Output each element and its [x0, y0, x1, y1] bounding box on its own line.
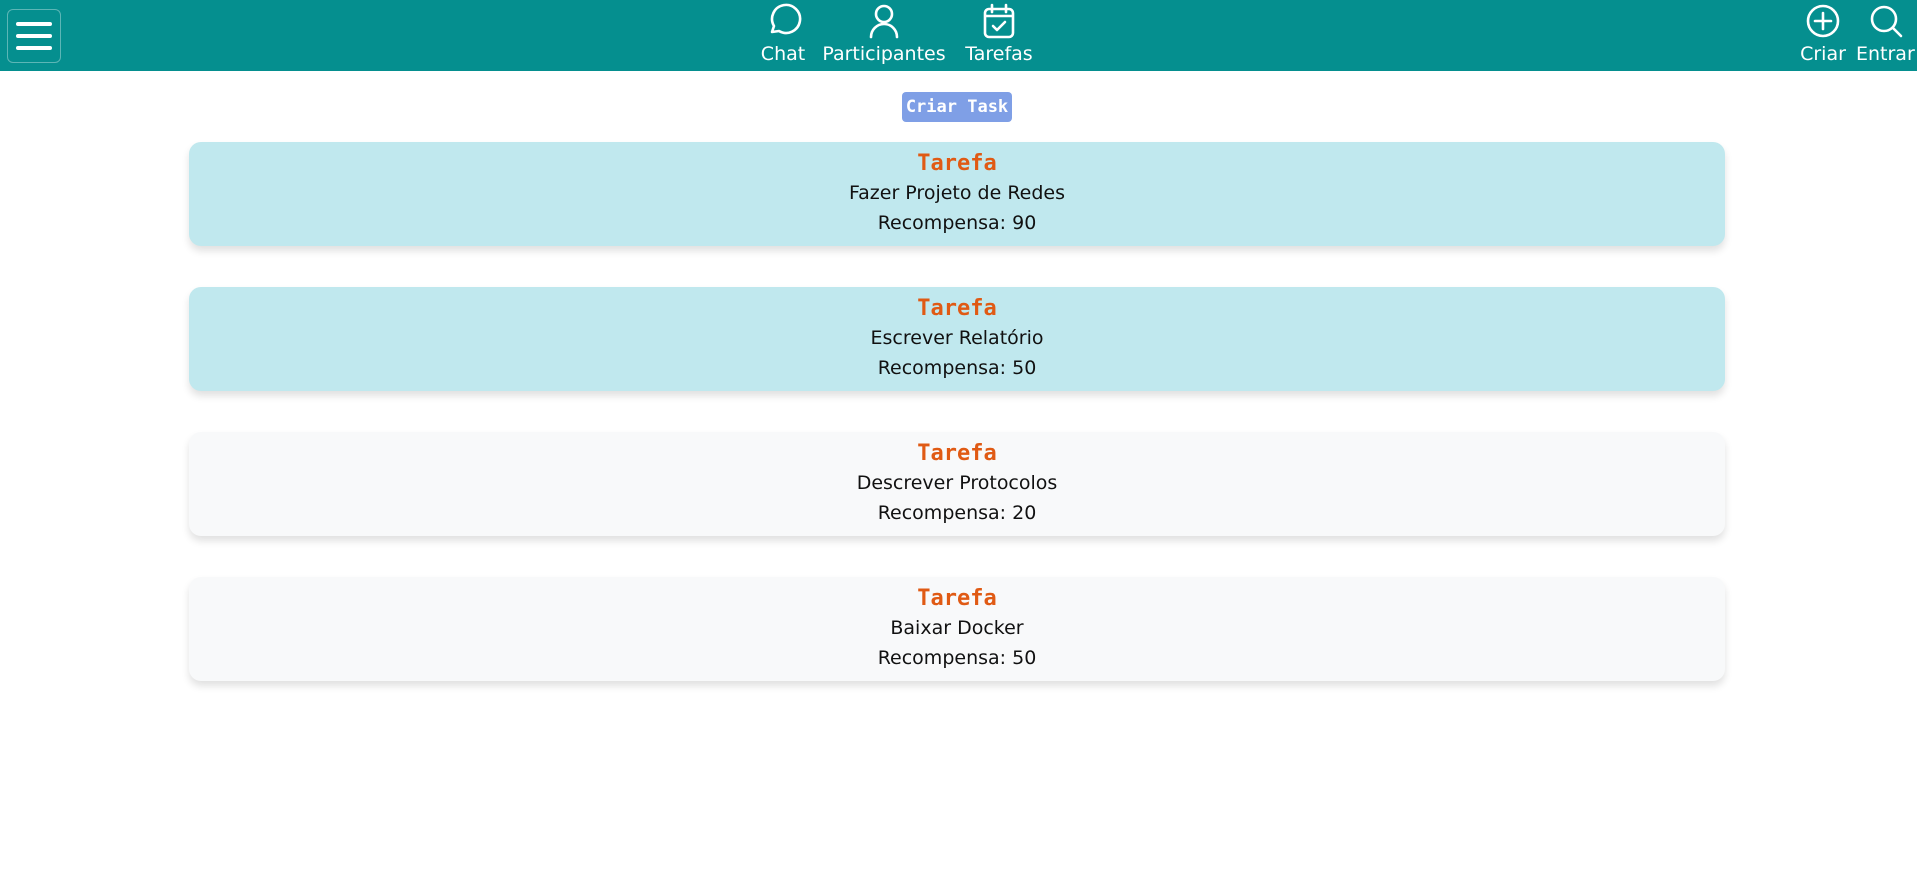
plus-circle-icon: [1806, 4, 1840, 38]
search-icon: [1870, 5, 1903, 38]
nav-criar[interactable]: Criar: [1796, 2, 1850, 65]
task-reward: Recompensa: 50: [878, 643, 1037, 673]
task-reward-label: Recompensa:: [877, 502, 1007, 524]
calendar-check-icon: [983, 3, 1015, 39]
task-reward-label: Recompensa:: [877, 357, 1007, 379]
task-reward-value: 20: [1012, 502, 1037, 524]
task-heading: Tarefa: [917, 151, 997, 176]
hamburger-menu-icon: [16, 22, 52, 50]
nav-entrar-label: Entrar: [1856, 43, 1915, 65]
nav-criar-label: Criar: [1800, 43, 1846, 65]
task-heading: Tarefa: [917, 586, 997, 611]
person-icon: [869, 4, 899, 39]
main-content: Criar Task Tarefa Fazer Projeto de Redes…: [0, 71, 1917, 880]
menu-button[interactable]: [7, 9, 61, 63]
nav-chat[interactable]: Chat: [756, 2, 810, 65]
task-reward-value: 90: [1012, 212, 1037, 234]
nav-tarefas[interactable]: Tarefas: [958, 2, 1040, 65]
nav-participantes[interactable]: Participantes: [815, 2, 953, 65]
task-reward: Recompensa: 20: [878, 498, 1037, 528]
task-heading: Tarefa: [917, 296, 997, 321]
task-title: Fazer Projeto de Redes: [848, 182, 1066, 204]
task-card[interactable]: Tarefa Descrever Protocolos Recompensa: …: [189, 432, 1725, 536]
task-title: Escrever Relatório: [870, 327, 1044, 349]
task-reward-label: Recompensa:: [877, 212, 1007, 234]
task-card[interactable]: Tarefa Baixar Docker Recompensa: 50: [189, 577, 1725, 681]
task-title: Descrever Protocolos: [856, 472, 1058, 494]
task-reward-value: 50: [1012, 357, 1037, 379]
nav-participantes-label: Participantes: [822, 43, 946, 65]
nav-tarefas-label: Tarefas: [965, 43, 1033, 65]
nav-chat-label: Chat: [760, 43, 806, 65]
task-heading: Tarefa: [917, 441, 997, 466]
task-reward-label: Recompensa:: [877, 647, 1007, 669]
task-reward-value: 50: [1012, 647, 1037, 669]
task-reward: Recompensa: 50: [878, 353, 1037, 383]
nav-entrar[interactable]: Entrar: [1856, 2, 1917, 65]
create-task-button[interactable]: Criar Task: [902, 92, 1012, 122]
task-reward: Recompensa: 90: [878, 208, 1037, 238]
chat-bubble-icon: [770, 3, 802, 35]
top-navbar: Chat Participantes Tarefas Criar Entrar: [0, 0, 1917, 71]
task-card[interactable]: Tarefa Fazer Projeto de Redes Recompensa…: [189, 142, 1725, 246]
task-card[interactable]: Tarefa Escrever Relatório Recompensa: 50: [189, 287, 1725, 391]
task-title: Baixar Docker: [890, 617, 1024, 639]
